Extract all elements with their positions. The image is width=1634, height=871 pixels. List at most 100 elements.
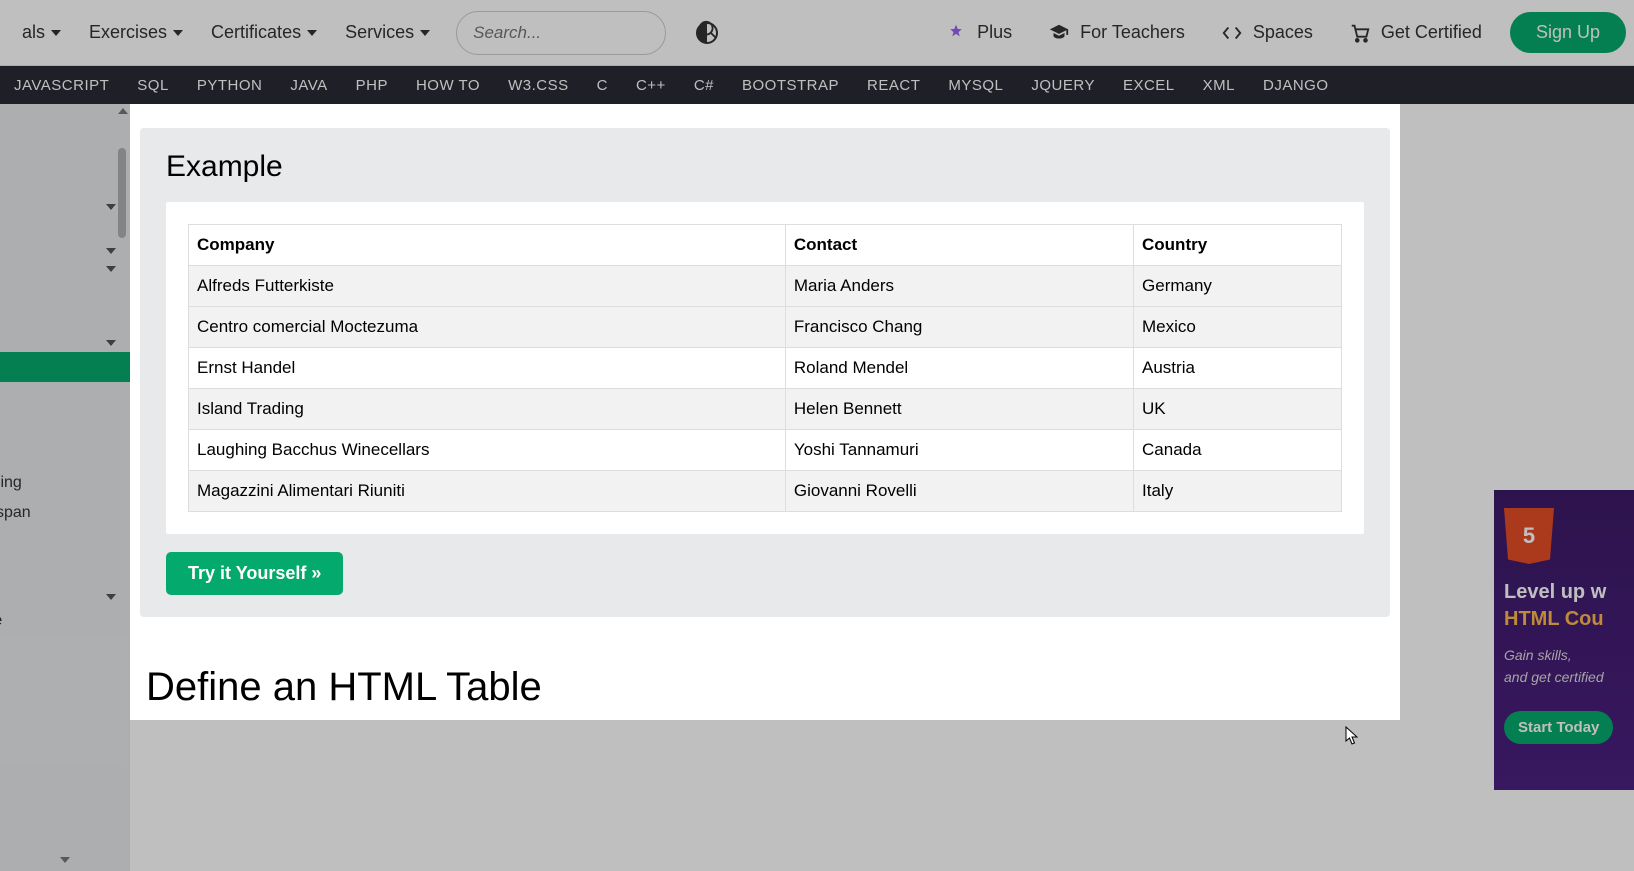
table-cell: Magazzini Alimentari Riuniti <box>189 471 786 512</box>
nav-label: Services <box>345 22 414 43</box>
sidebar-group[interactable] <box>0 588 130 606</box>
topic-link[interactable]: C++ <box>622 77 680 94</box>
sidebar-item[interactable]: Rowspan <box>0 498 130 528</box>
sidebar-group[interactable] <box>0 242 130 260</box>
table-cell: Laughing Bacchus Winecellars <box>189 430 786 471</box>
sidebar-item[interactable]: nts <box>0 168 130 198</box>
table-container: Company Contact Country Alfreds Futterki… <box>166 202 1364 534</box>
sidebar-group[interactable] <box>0 198 130 216</box>
link-plus[interactable]: Plus <box>927 22 1030 44</box>
sidebar-item[interactable]: tle <box>0 304 130 334</box>
topic-link[interactable]: PYTHON <box>183 77 277 94</box>
promo-ad[interactable]: 5 Level up w HTML Cou Gain skills, and g… <box>1494 490 1634 790</box>
nav-label: Exercises <box>89 22 167 43</box>
sidebar-item[interactable]: ing <box>0 108 130 138</box>
nav-tutorials[interactable]: als <box>8 0 75 65</box>
topic-link[interactable]: W3.CSS <box>494 77 583 94</box>
chevron-down-icon <box>173 30 183 36</box>
ad-text: and get certified <box>1504 669 1624 685</box>
link-label: Plus <box>977 22 1012 43</box>
table-cell: Italy <box>1134 471 1342 512</box>
sidebar-group[interactable] <box>0 260 130 278</box>
table-cell: Canada <box>1134 430 1342 471</box>
sidebar-item[interactable]: Inline <box>0 606 130 636</box>
topic-link[interactable]: SQL <box>123 77 183 94</box>
nav-services[interactable]: Services <box>331 0 444 65</box>
table-cell: Island Trading <box>189 389 786 430</box>
sidebar-scrollbar[interactable] <box>116 108 128 328</box>
topic-link[interactable]: JAVASCRIPT <box>0 77 123 94</box>
example-box: Example Company Contact Country Alfreds … <box>140 128 1390 617</box>
chevron-down-icon <box>106 248 116 254</box>
sidebar-item[interactable]: ons <box>0 138 130 168</box>
link-teachers[interactable]: For Teachers <box>1030 22 1203 44</box>
scroll-up-icon[interactable] <box>118 106 128 116</box>
ad-cta-button[interactable]: Start Today <box>1504 711 1613 744</box>
topic-link[interactable]: C <box>583 77 622 94</box>
sidebar-group[interactable] <box>0 334 130 352</box>
chevron-down-icon <box>420 30 430 36</box>
nav-label: als <box>22 22 45 43</box>
topic-link[interactable]: XML <box>1189 77 1249 94</box>
nav-certificates[interactable]: Certificates <box>197 0 331 65</box>
dark-mode-toggle[interactable] <box>696 22 718 44</box>
topic-link[interactable]: DJANGO <box>1249 77 1343 94</box>
sidebar: aphs ing ons nts tle s rs ers Spacing Ro… <box>0 104 130 871</box>
main-content: Example Company Contact Country Alfreds … <box>130 104 1400 720</box>
table-cell: Roland Mendel <box>785 348 1133 389</box>
topic-link[interactable]: MYSQL <box>934 77 1017 94</box>
search-input[interactable] <box>473 23 697 43</box>
search-box[interactable] <box>456 11 666 55</box>
table-cell: Alfreds Futterkiste <box>189 266 786 307</box>
nav-exercises[interactable]: Exercises <box>75 0 197 65</box>
table-header-row: Company Contact Country <box>189 225 1342 266</box>
sidebar-item[interactable]: rs <box>0 382 130 412</box>
cart-icon <box>1349 22 1371 44</box>
link-spaces[interactable]: Spaces <box>1203 22 1331 44</box>
sidebar-item[interactable]: ers <box>0 438 130 468</box>
topic-link[interactable]: JAVA <box>276 77 341 94</box>
topic-link[interactable]: PHP <box>342 77 402 94</box>
graduation-icon <box>1048 22 1070 44</box>
example-table: Company Contact Country Alfreds Futterki… <box>188 224 1342 512</box>
signup-button[interactable]: Sign Up <box>1510 12 1626 53</box>
scroll-down-icon[interactable] <box>60 855 70 865</box>
scrollbar-thumb[interactable] <box>118 148 126 238</box>
nav-label: Certificates <box>211 22 301 43</box>
table-cell: Giovanni Rovelli <box>785 471 1133 512</box>
chevron-down-icon <box>307 30 317 36</box>
topic-link[interactable]: JQUERY <box>1017 77 1109 94</box>
chevron-down-icon <box>106 204 116 210</box>
ad-headline: Level up w <box>1504 580 1624 604</box>
code-icon <box>1221 22 1243 44</box>
topic-link[interactable]: BOOTSTRAP <box>728 77 853 94</box>
ad-subheadline: HTML Cou <box>1504 608 1624 631</box>
topic-nav: JAVASCRIPT SQL PYTHON JAVA PHP HOW TO W3… <box>0 66 1634 104</box>
topic-link[interactable]: C# <box>680 77 728 94</box>
link-label: Spaces <box>1253 22 1313 43</box>
table-cell: UK <box>1134 389 1342 430</box>
table-cell: Austria <box>1134 348 1342 389</box>
star-icon <box>945 22 967 44</box>
sidebar-item[interactable]: up <box>0 558 130 588</box>
table-cell: Francisco Chang <box>785 307 1133 348</box>
link-certified[interactable]: Get Certified <box>1331 22 1500 44</box>
column-header: Company <box>189 225 786 266</box>
table-row: Ernst Handel Roland Mendel Austria <box>189 348 1342 389</box>
column-header: Contact <box>785 225 1133 266</box>
topic-link[interactable]: EXCEL <box>1109 77 1189 94</box>
table-cell: Centro comercial Moctezuma <box>189 307 786 348</box>
table-row: Magazzini Alimentari Riuniti Giovanni Ro… <box>189 471 1342 512</box>
section-heading: Define an HTML Table <box>146 665 1390 710</box>
sidebar-item[interactable]: Spacing <box>0 468 130 498</box>
sidebar-item[interactable]: g <box>0 528 130 558</box>
table-cell: Germany <box>1134 266 1342 307</box>
table-cell: Ernst Handel <box>189 348 786 389</box>
table-row: Laughing Bacchus Winecellars Yoshi Tanna… <box>189 430 1342 471</box>
topic-link[interactable]: REACT <box>853 77 934 94</box>
link-label: For Teachers <box>1080 22 1185 43</box>
topic-link[interactable]: HOW TO <box>402 77 494 94</box>
sidebar-item-active[interactable]: s <box>0 352 130 382</box>
chevron-down-icon <box>106 594 116 600</box>
try-it-button[interactable]: Try it Yourself » <box>166 552 343 595</box>
